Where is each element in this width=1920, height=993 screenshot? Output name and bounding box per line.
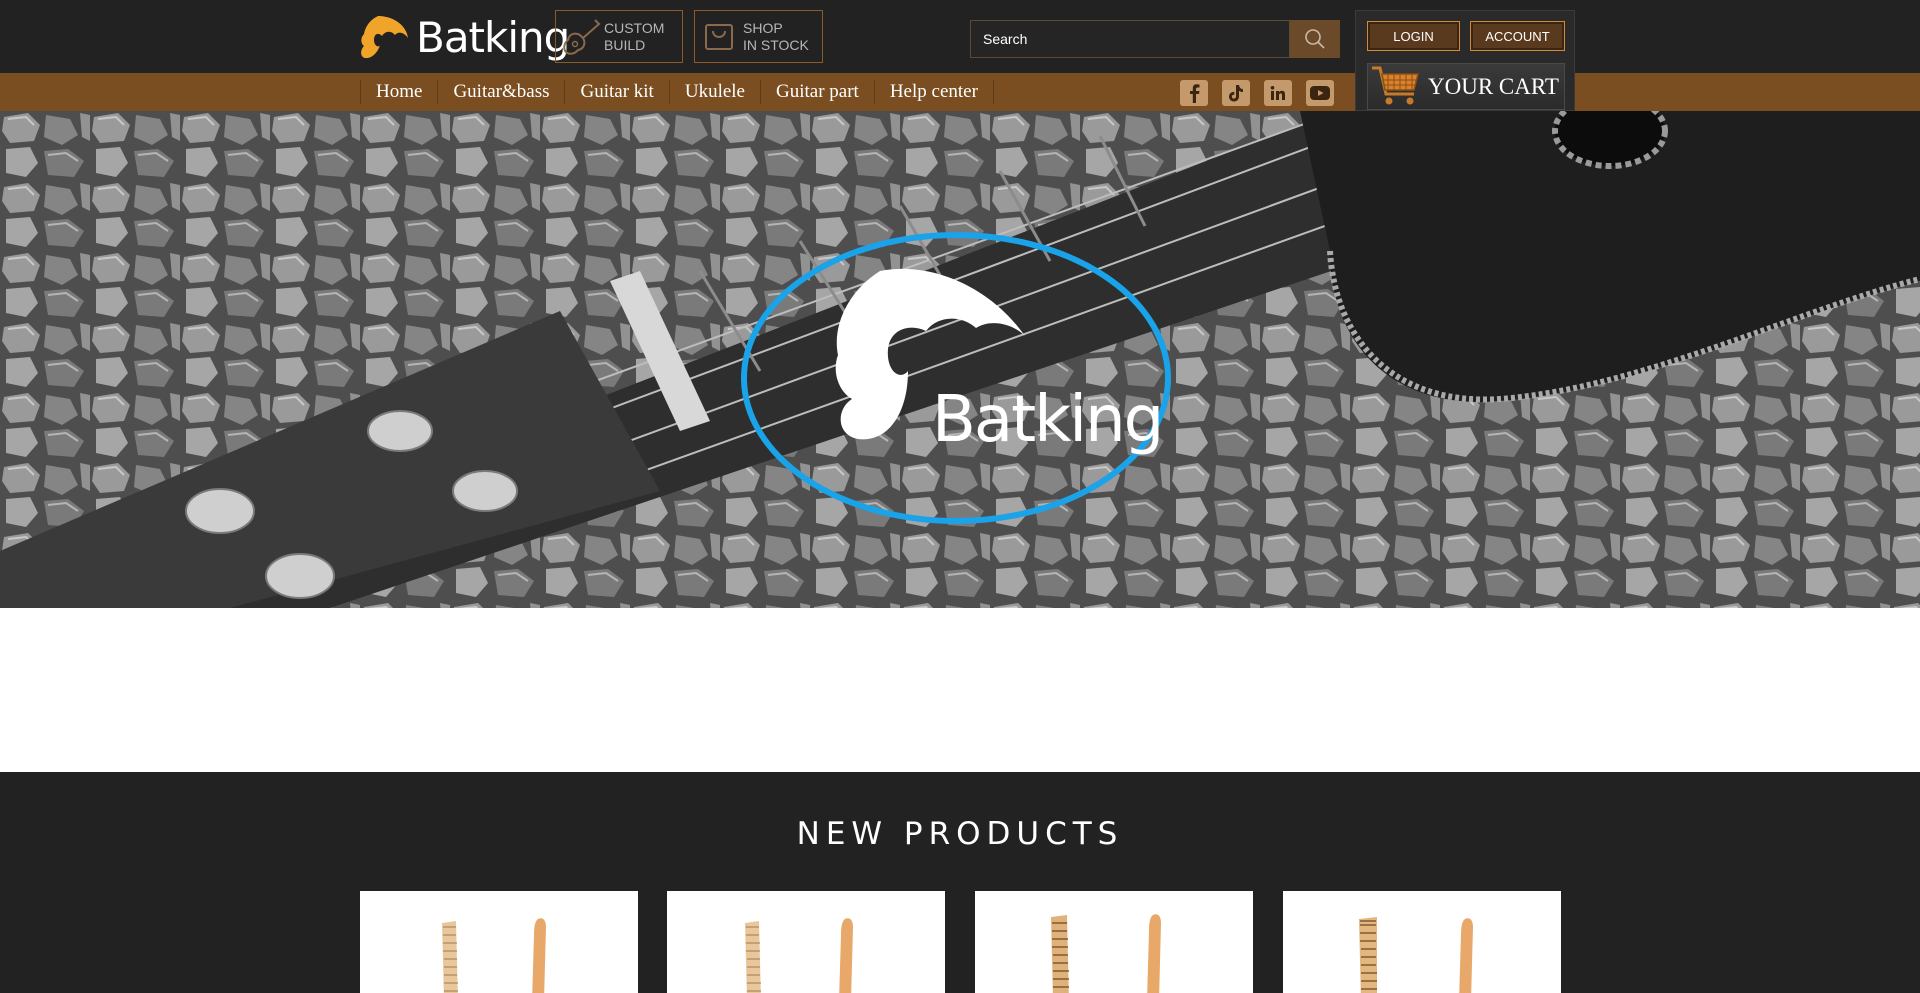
hero-banner: Batking (0, 111, 1920, 608)
new-products-section: NEW PRODUCTS (0, 772, 1920, 993)
shopping-cart-icon (1368, 63, 1424, 110)
search-button[interactable] (1290, 20, 1340, 58)
shop-in-stock-button[interactable]: SHOP IN STOCK (694, 10, 823, 63)
main-nav: Home Guitar&bass Guitar kit Ukulele Guit… (360, 73, 994, 111)
nav-item-guitar-kit[interactable]: Guitar kit (564, 80, 668, 104)
tiktok-icon[interactable] (1222, 80, 1250, 106)
search-input[interactable] (970, 20, 1290, 58)
guitar-neck-image (1051, 914, 1161, 993)
guitar-neck-image (442, 918, 546, 993)
shop-stock-label-line2: IN STOCK (743, 36, 809, 53)
custom-build-button[interactable]: CUSTOM BUILD (555, 10, 683, 63)
page: Batking CUSTOM BUILD SHOP IN STOCK Searc… (0, 0, 1920, 993)
hero-caption-band (0, 608, 1920, 772)
brand-name: Batking (416, 13, 570, 62)
custom-build-label-line2: BUILD (604, 36, 646, 53)
linkedin-icon[interactable] (1264, 80, 1292, 106)
top-header: Batking CUSTOM BUILD SHOP IN STOCK Searc… (0, 0, 1920, 73)
search-icon (1305, 29, 1325, 49)
product-card[interactable] (1283, 891, 1561, 993)
shop-stock-label-line1: SHOP (743, 19, 783, 36)
social-links (1180, 80, 1334, 106)
main-nav-bar: Home Guitar&bass Guitar kit Ukulele Guit… (0, 73, 1920, 111)
cart-button[interactable]: YOUR CART (1367, 63, 1565, 110)
nav-item-home[interactable]: Home (360, 80, 437, 104)
product-card[interactable] (667, 891, 945, 993)
new-products-heading: NEW PRODUCTS (796, 816, 1124, 852)
batking-logo-icon (361, 16, 408, 59)
nav-item-ukulele[interactable]: Ukulele (668, 80, 760, 104)
product-card[interactable] (975, 891, 1253, 993)
custom-build-label-line1: CUSTOM (604, 19, 665, 36)
search-bar (970, 20, 1340, 58)
nav-item-guitar-part[interactable]: Guitar part (760, 80, 874, 104)
account-button[interactable]: ACCOUNT (1470, 21, 1565, 51)
brand-logo[interactable]: Batking (358, 10, 570, 66)
guitar-neck-image (745, 918, 853, 993)
login-button[interactable]: LOGIN (1367, 21, 1460, 51)
cart-label: YOUR CART (1428, 73, 1559, 99)
shopping-bag-icon (695, 11, 743, 62)
product-card[interactable] (360, 891, 638, 993)
guitar-icon (556, 11, 604, 62)
youtube-icon[interactable] (1306, 80, 1334, 106)
hero-badge-text: Batking (932, 383, 1162, 457)
nav-item-guitar-bass[interactable]: Guitar&bass (437, 80, 564, 104)
guitar-neck-image (1359, 917, 1473, 993)
facebook-icon[interactable] (1180, 80, 1208, 106)
nav-item-help-center[interactable]: Help center (873, 80, 994, 104)
hero-brand-badge: Batking (741, 232, 1171, 524)
user-panel: LOGIN ACCOUNT YOUR CART (1355, 10, 1575, 111)
